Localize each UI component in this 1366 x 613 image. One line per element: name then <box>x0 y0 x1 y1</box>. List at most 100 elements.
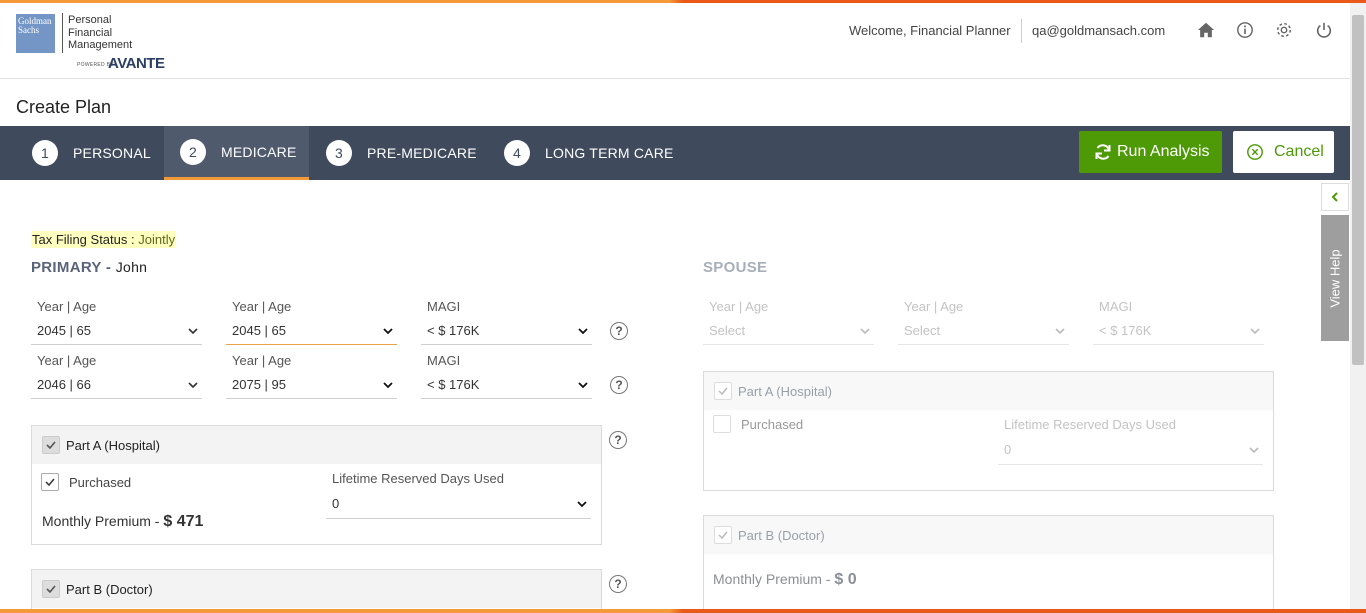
part-a-checkbox[interactable] <box>42 436 60 454</box>
purchased-label: Purchased <box>69 474 132 490</box>
field-label: Lifetime Reserved Days Used <box>1004 417 1176 432</box>
select-value: 2045 | 65 <box>37 323 91 338</box>
part-b-header: Part B (Doctor) <box>704 516 1273 554</box>
select-control[interactable]: < $ 176K <box>1093 317 1264 345</box>
spouse-end-select[interactable]: Year | Age Select <box>898 299 1069 345</box>
part-b-checkbox[interactable] <box>42 580 60 598</box>
step-number: 3 <box>326 140 352 166</box>
part-a-title: Part A (Hospital) <box>738 383 832 399</box>
collapse-help-button[interactable] <box>1321 183 1349 211</box>
vertical-scrollbar[interactable] <box>1350 3 1366 609</box>
select-value: 0 <box>332 496 340 511</box>
primary-reserved-days-select[interactable]: Lifetime Reserved Days Used 0 <box>326 471 591 519</box>
home-icon[interactable] <box>1197 21 1215 39</box>
select-control[interactable]: < $ 176K <box>421 371 592 399</box>
field-label: MAGI <box>1099 299 1133 314</box>
primary-row1-start-select[interactable]: Year | Age 2045 | 65 <box>31 299 202 345</box>
tab-personal[interactable]: 1 PERSONAL <box>0 126 164 180</box>
product-line-3: Management <box>68 39 133 51</box>
wizard-stepbar: 1 PERSONAL 2 MEDICARE 3 PRE-MEDICARE 4 L… <box>0 126 1350 180</box>
field-label: Year | Age <box>37 299 97 314</box>
run-analysis-button[interactable]: Run Analysis <box>1079 131 1222 173</box>
chevron-down-icon <box>860 327 870 334</box>
user-email: qa@goldmansach.com <box>1032 23 1166 38</box>
settings-icon[interactable] <box>1275 21 1293 39</box>
part-b-header: Part B (Doctor) <box>32 570 601 608</box>
primary-row2-end-select[interactable]: Year | Age 2075 | 95 <box>226 353 397 399</box>
chevron-down-icon <box>578 327 588 334</box>
chevron-down-icon <box>383 327 393 334</box>
primary-purchased-checkbox-row[interactable]: Purchased <box>41 473 131 491</box>
primary-name: John <box>115 259 148 275</box>
product-line-2: Financial <box>68 26 113 39</box>
primary-row1-magi-select[interactable]: MAGI < $ 176K <box>421 299 592 345</box>
info-icon[interactable] <box>1236 21 1254 39</box>
select-control[interactable]: 2046 | 66 <box>31 371 202 399</box>
select-control[interactable]: 2075 | 95 <box>226 371 397 399</box>
spouse-magi-select[interactable]: MAGI < $ 176K <box>1093 299 1264 345</box>
tax-filing-value: Jointly <box>138 232 176 247</box>
select-value: < $ 176K <box>1099 323 1152 338</box>
select-value: < $ 176K <box>427 377 480 392</box>
goldman-sachs-logo: Goldman Sachs <box>16 14 55 53</box>
primary-row2-start-select[interactable]: Year | Age 2046 | 66 <box>31 353 202 399</box>
spouse-reserved-days-select[interactable]: Lifetime Reserved Days Used 0 <box>998 417 1263 465</box>
scrollbar-thumb[interactable] <box>1352 15 1364 365</box>
select-value: 2045 | 65 <box>232 323 286 338</box>
select-control[interactable]: 0 <box>326 489 591 519</box>
select-control[interactable]: Select <box>898 317 1069 345</box>
chevron-down-icon <box>1250 327 1260 334</box>
select-control[interactable]: 0 <box>998 435 1263 465</box>
step-number: 1 <box>32 140 58 166</box>
page-title: Create Plan <box>16 97 112 117</box>
cancel-label: Cancel <box>1274 143 1324 160</box>
logo-line-2: Sachs <box>18 25 39 35</box>
purchased-label: Purchased <box>741 416 804 432</box>
select-control[interactable]: < $ 176K <box>421 317 592 345</box>
tax-filing-status: Tax Filing Status : Jointly <box>31 231 177 248</box>
cancel-button[interactable]: Cancel <box>1233 131 1334 173</box>
help-question-icon[interactable]: ? <box>609 431 627 449</box>
help-question-icon[interactable]: ? <box>610 322 628 340</box>
field-label: Year | Age <box>904 299 964 314</box>
spouse-monthly-premium: Monthly Premium - $ 0 <box>713 571 857 589</box>
premium-amount: $ 0 <box>834 571 857 588</box>
primary-row2-magi-select[interactable]: MAGI < $ 176K <box>421 353 592 399</box>
field-label: Year | Age <box>232 299 292 314</box>
product-name: Personal Financial Management <box>68 14 132 52</box>
spouse-section-title: SPOUSE <box>703 259 768 276</box>
part-a-checkbox[interactable] <box>714 382 732 400</box>
part-b-checkbox[interactable] <box>714 526 732 544</box>
chevron-left-icon <box>1331 192 1338 202</box>
tab-long-term-care[interactable]: 4 LONG TERM CARE <box>489 126 689 180</box>
field-label: MAGI <box>427 353 461 368</box>
tab-medicare[interactable]: 2 MEDICARE <box>164 126 309 180</box>
primary-row1-end-select[interactable]: Year | Age 2045 | 65 <box>226 299 397 345</box>
purchased-checkbox[interactable] <box>713 415 731 433</box>
part-a-header: Part A (Hospital) <box>704 372 1273 410</box>
refresh-icon <box>1095 144 1111 160</box>
chevron-down-icon <box>1055 327 1065 334</box>
help-question-icon[interactable]: ? <box>609 575 627 593</box>
select-control[interactable]: Select <box>703 317 874 345</box>
part-b-title: Part B (Doctor) <box>738 527 825 543</box>
tab-pre-medicare[interactable]: 3 PRE-MEDICARE <box>309 126 489 180</box>
check-icon <box>46 441 56 450</box>
select-control[interactable]: 2045 | 65 <box>226 317 397 345</box>
primary-title-label: PRIMARY - <box>31 259 112 276</box>
part-b-title: Part B (Doctor) <box>66 581 153 597</box>
spouse-purchased-checkbox-row[interactable]: Purchased <box>713 415 803 433</box>
power-icon[interactable] <box>1315 21 1333 39</box>
avante-logo: AVANTE <box>108 55 165 72</box>
help-question-icon[interactable]: ? <box>610 376 628 394</box>
purchased-checkbox[interactable] <box>41 473 59 491</box>
select-value: 2046 | 66 <box>37 377 91 392</box>
check-icon <box>718 531 728 540</box>
logo-divider <box>62 13 63 53</box>
select-value: Select <box>709 323 746 338</box>
view-help-tab[interactable]: View Help <box>1321 215 1349 341</box>
bottom-accent-bar <box>0 609 1366 613</box>
view-help-label: View Help <box>1327 248 1343 308</box>
select-control[interactable]: 2045 | 65 <box>31 317 202 345</box>
spouse-start-select[interactable]: Year | Age Select <box>703 299 874 345</box>
